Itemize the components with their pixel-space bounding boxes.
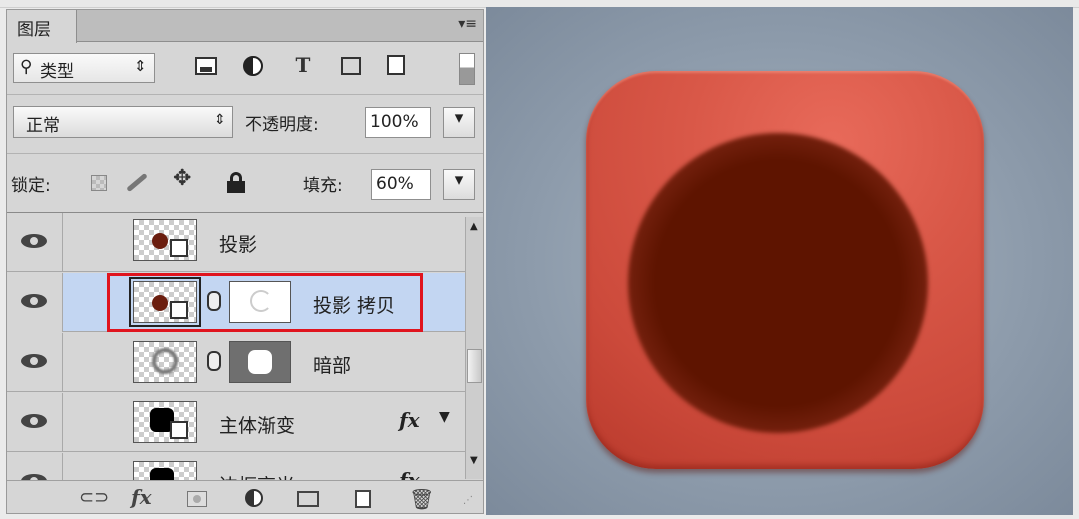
eye-icon (21, 234, 47, 248)
shape-layer-icon (170, 421, 188, 439)
fill-dropdown-button[interactable]: ▾ (443, 169, 475, 200)
layer-row-暗部[interactable]: 暗部 (7, 333, 465, 392)
blend-mode-select[interactable]: 正常 ⇕ (13, 106, 233, 138)
tab-layers[interactable]: 图层 (7, 10, 77, 43)
layer-row-边框高光[interactable]: 边框高光 fx (7, 453, 465, 480)
fill-input[interactable]: 60% (371, 169, 431, 200)
adjustment-layer-icon[interactable] (245, 489, 263, 507)
link-icon[interactable] (207, 351, 221, 371)
filter-toggle-switch[interactable] (459, 53, 475, 85)
select-arrows-icon: ⇕ (214, 112, 226, 128)
lock-row: 锁定: ✥ 填充: 60% ▾ (7, 154, 483, 212)
layer-row-投影[interactable]: 投影 (7, 213, 465, 272)
blend-mode-value: 正常 (26, 116, 60, 136)
visibility-toggle[interactable] (7, 453, 63, 480)
scroll-down-icon[interactable]: ▼ (470, 455, 478, 466)
layer-mask-thumbnail[interactable] (229, 341, 291, 383)
search-icon: ⚲ (20, 57, 33, 77)
new-layer-icon[interactable] (355, 490, 371, 508)
fx-icon[interactable]: fx (131, 485, 152, 509)
visibility-toggle[interactable] (7, 213, 63, 272)
panel-menu-icon[interactable]: ▾≡ (458, 16, 477, 32)
expand-effects-icon[interactable]: ▼ (439, 409, 450, 425)
opacity-value: 100% (370, 112, 419, 132)
opacity-input[interactable]: 100% (365, 107, 431, 138)
shape-filter-icon[interactable] (341, 57, 361, 75)
select-arrows-icon: ⇕ (134, 57, 147, 75)
lock-position-icon[interactable]: ✥ (173, 166, 191, 191)
eye-icon (21, 354, 47, 368)
tab-layers-label: 图层 (17, 20, 51, 40)
adjustment-filter-icon[interactable] (243, 56, 263, 76)
fill-label: 填充: (303, 176, 343, 196)
lock-all-icon[interactable] (227, 172, 245, 193)
scroll-up-icon[interactable]: ▲ (470, 221, 478, 232)
layer-name: 主体渐变 (219, 415, 296, 437)
opacity-dropdown-button[interactable]: ▾ (443, 107, 475, 138)
layers-bottom-bar: ⊂⊃ fx 🗑 ⋰ (7, 480, 483, 513)
filter-kind-select[interactable]: ⚲ 类型 ⇕ (13, 53, 155, 83)
resize-grip-icon[interactable]: ⋰ (463, 495, 473, 506)
visibility-toggle[interactable] (7, 333, 63, 392)
type-filter-icon[interactable]: T (291, 53, 315, 77)
scrollbar-thumb[interactable] (467, 349, 482, 383)
shape-layer-icon (170, 239, 188, 257)
layer-thumbnail (133, 341, 197, 383)
layer-thumbnail (133, 401, 197, 443)
add-mask-icon[interactable] (187, 491, 207, 507)
eye-icon (21, 414, 47, 428)
lock-pixels-icon[interactable] (123, 172, 149, 193)
fx-badge[interactable]: fx (399, 468, 420, 480)
visibility-toggle[interactable] (7, 393, 63, 452)
layers-list: 投影 投影 拷贝 暗部 主体渐变 fx ▼ fx (7, 213, 483, 480)
link-layers-icon[interactable]: ⊂⊃ (79, 487, 109, 508)
layers-scrollbar[interactable]: ▲ ▼ (465, 217, 483, 479)
fill-value: 60% (376, 174, 414, 194)
layer-name: 边框高光 (219, 471, 295, 480)
layer-thumbnail (133, 461, 197, 480)
lock-label: 锁定: (11, 176, 51, 196)
layer-name: 暗部 (313, 355, 352, 377)
blend-row: 正常 ⇕ 不透明度: 100% ▾ (7, 95, 483, 153)
highlight-outline (107, 273, 423, 332)
fx-badge[interactable]: fx (399, 408, 420, 432)
opacity-label: 不透明度: (245, 115, 319, 135)
panel-tab-bar: 图层 ▾≡ (7, 10, 483, 43)
red-rounded-tile (586, 71, 984, 469)
layers-panel: 图层 ▾≡ ⚲ 类型 ⇕ T 正常 ⇕ 不透明度: 100% ▾ 锁定: ✥ 填… (6, 9, 484, 514)
chevron-down-icon: ▾ (454, 170, 464, 190)
visibility-toggle[interactable] (7, 273, 63, 332)
layer-row-主体渐变[interactable]: 主体渐变 fx ▼ (7, 393, 465, 452)
layer-name: 投影 (219, 234, 258, 256)
chevron-down-icon: ▾ (454, 108, 464, 128)
lock-transparency-icon[interactable] (91, 175, 107, 191)
eye-icon (21, 294, 47, 308)
filter-kind-label: 类型 (40, 62, 74, 82)
layer-row-投影-拷贝[interactable]: 投影 拷贝 (7, 273, 465, 332)
filter-row: ⚲ 类型 ⇕ T (7, 43, 483, 93)
delete-icon[interactable]: 🗑 (409, 487, 434, 511)
new-group-icon[interactable] (297, 491, 319, 507)
smart-object-filter-icon[interactable] (387, 55, 405, 75)
document-canvas[interactable] (486, 7, 1073, 515)
dark-circle (628, 133, 928, 433)
layer-thumbnail (133, 219, 197, 261)
image-filter-icon[interactable] (195, 57, 217, 75)
